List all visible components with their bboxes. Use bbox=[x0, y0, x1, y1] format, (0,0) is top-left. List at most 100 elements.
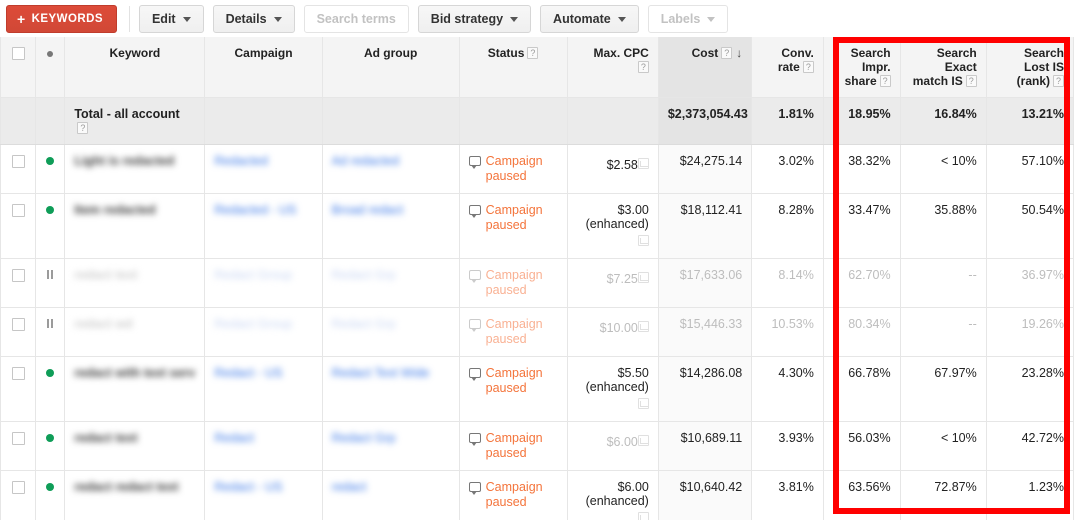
edit-button[interactable]: Edit bbox=[138, 4, 204, 33]
row-select-cell[interactable] bbox=[0, 421, 37, 471]
bid-simulator-icon[interactable] bbox=[637, 435, 649, 446]
row-checkbox[interactable] bbox=[11, 432, 25, 445]
help-icon[interactable]: ? bbox=[965, 75, 977, 87]
keyword-cell[interactable]: redact redact text bbox=[64, 470, 206, 520]
row-checkbox[interactable] bbox=[11, 155, 25, 168]
row-status-indicator-cell[interactable] bbox=[35, 193, 66, 259]
table-row[interactable]: redact with text service Redact - US Redac… bbox=[0, 356, 1074, 422]
max-cpc-cell[interactable]: $2.58 bbox=[567, 144, 659, 194]
max-cpc-cell[interactable]: $3.00 (enhanced) bbox=[567, 193, 659, 259]
header-campaign[interactable]: Campaign bbox=[204, 37, 323, 98]
ad-group-cell[interactable]: redact bbox=[322, 470, 460, 520]
bid-strategy-button[interactable]: Bid strategy bbox=[417, 4, 532, 33]
keyword-cell[interactable]: Item redacted bbox=[64, 193, 206, 259]
row-checkbox[interactable] bbox=[11, 269, 25, 282]
row-select-cell[interactable] bbox=[0, 193, 37, 259]
campaign-link[interactable]: Redact Group bbox=[214, 317, 312, 331]
row-checkbox[interactable] bbox=[11, 318, 25, 331]
ad-group-link[interactable]: Ad redacted bbox=[332, 154, 450, 168]
help-icon[interactable]: ? bbox=[637, 61, 649, 73]
ad-group-cell[interactable]: Ad redacted bbox=[322, 144, 460, 194]
bid-simulator-icon[interactable] bbox=[637, 512, 649, 520]
labels-button[interactable]: Labels bbox=[647, 4, 729, 33]
keyword-cell[interactable]: redact with text service bbox=[64, 356, 206, 422]
header-select-all[interactable] bbox=[0, 37, 37, 98]
help-icon[interactable]: ? bbox=[527, 47, 539, 59]
max-cpc-cell[interactable]: $6.00 bbox=[567, 421, 659, 471]
ad-group-cell[interactable]: Redact Grp bbox=[322, 421, 460, 471]
campaign-link[interactable]: Redact bbox=[214, 431, 312, 445]
ad-group-cell[interactable]: Redact Grp bbox=[322, 258, 460, 308]
bid-simulator-icon[interactable] bbox=[637, 398, 649, 409]
automate-button[interactable]: Automate bbox=[540, 4, 639, 33]
campaign-link[interactable]: Redacted bbox=[214, 154, 312, 168]
header-status-dot[interactable] bbox=[35, 37, 66, 98]
max-cpc-cell[interactable]: $7.25 bbox=[567, 258, 659, 308]
row-status-indicator-cell[interactable] bbox=[35, 144, 66, 194]
campaign-link[interactable]: Redacted - US bbox=[214, 203, 312, 217]
campaign-link[interactable]: Redact Group bbox=[214, 268, 312, 282]
ad-group-link[interactable]: Redact Text Wide bbox=[332, 366, 450, 380]
campaign-cell[interactable]: Redacted bbox=[204, 144, 323, 194]
row-select-cell[interactable] bbox=[0, 470, 37, 520]
header-ad-group[interactable]: Ad group bbox=[322, 37, 460, 98]
campaign-cell[interactable]: Redact bbox=[204, 421, 323, 471]
table-row[interactable]: Item redacted Redacted - US Broad redact Ca… bbox=[0, 193, 1074, 259]
ad-group-link[interactable]: redact bbox=[332, 480, 450, 494]
help-icon[interactable]: ? bbox=[721, 47, 733, 59]
table-row[interactable]: redact text Redact Redact Grp Campaign pause… bbox=[0, 421, 1074, 471]
row-checkbox[interactable] bbox=[11, 204, 25, 217]
help-icon[interactable]: ? bbox=[77, 122, 89, 134]
row-status-indicator-cell[interactable] bbox=[35, 356, 66, 422]
bid-simulator-icon[interactable] bbox=[637, 272, 649, 283]
row-status-indicator-cell[interactable] bbox=[35, 421, 66, 471]
table-row[interactable]: redact text Redact Group Redact Grp Campaig… bbox=[0, 258, 1074, 308]
help-icon[interactable]: ? bbox=[879, 75, 891, 87]
header-conv-rate[interactable]: Conv. rate? bbox=[751, 37, 824, 98]
keyword-cell[interactable]: redact text bbox=[64, 258, 206, 308]
max-cpc-cell[interactable]: $5.50 (enhanced) bbox=[567, 356, 659, 422]
keyword-cell[interactable]: Light is redacted bbox=[64, 144, 206, 194]
header-search-impr-share[interactable]: Search Impr. share? bbox=[823, 37, 901, 98]
campaign-link[interactable]: Redact - US bbox=[214, 366, 312, 380]
ad-group-link[interactable]: Redact Grp bbox=[332, 431, 450, 445]
details-button[interactable]: Details bbox=[212, 4, 295, 33]
bid-simulator-icon[interactable] bbox=[637, 321, 649, 332]
table-row[interactable]: redact wd Redact Group Redact Grp Campaign p… bbox=[0, 307, 1074, 357]
campaign-link[interactable]: Redact - US bbox=[214, 480, 312, 494]
max-cpc-cell[interactable]: $10.00 bbox=[567, 307, 659, 357]
help-icon[interactable]: ? bbox=[802, 61, 814, 73]
row-checkbox[interactable] bbox=[11, 367, 25, 380]
campaign-cell[interactable]: Redact - US bbox=[204, 470, 323, 520]
row-checkbox[interactable] bbox=[11, 481, 25, 494]
keyword-cell[interactable]: redact text bbox=[64, 421, 206, 471]
header-status[interactable]: Status? bbox=[459, 37, 568, 98]
header-keyword[interactable]: Keyword bbox=[64, 37, 206, 98]
bid-simulator-icon[interactable] bbox=[637, 235, 649, 246]
ad-group-link[interactable]: Redact Grp bbox=[332, 268, 450, 282]
select-all-checkbox[interactable] bbox=[11, 47, 25, 60]
sort-descending-icon[interactable]: ↓ bbox=[736, 46, 742, 60]
row-select-cell[interactable] bbox=[0, 307, 37, 357]
keyword-cell[interactable]: redact wd bbox=[64, 307, 206, 357]
table-row[interactable]: redact redact text Redact - US redact Campa… bbox=[0, 470, 1074, 520]
header-cost[interactable]: Cost? ↓ bbox=[658, 37, 753, 98]
row-select-cell[interactable] bbox=[0, 356, 37, 422]
header-search-exact-match-is[interactable]: Search Exact match IS? bbox=[900, 37, 987, 98]
help-icon[interactable]: ? bbox=[1053, 75, 1064, 87]
table-row[interactable]: Light is redacted Redacted Ad redacted Camp… bbox=[0, 144, 1074, 194]
campaign-cell[interactable]: Redact Group bbox=[204, 307, 323, 357]
ad-group-link[interactable]: Broad redact bbox=[332, 203, 450, 217]
ad-group-link[interactable]: Redact Grp bbox=[332, 317, 450, 331]
search-terms-button[interactable]: Search terms bbox=[303, 4, 409, 33]
ad-group-cell[interactable]: Redact Grp bbox=[322, 307, 460, 357]
row-select-cell[interactable] bbox=[0, 258, 37, 308]
ad-group-cell[interactable]: Broad redact bbox=[322, 193, 460, 259]
row-select-cell[interactable] bbox=[0, 144, 37, 194]
row-status-indicator-cell[interactable] bbox=[35, 470, 66, 520]
add-keywords-button[interactable]: + KEYWORDS bbox=[6, 4, 117, 33]
header-search-lost-is-rank[interactable]: Search Lost IS (rank)? bbox=[986, 37, 1074, 98]
row-status-indicator-cell[interactable] bbox=[35, 307, 66, 357]
campaign-cell[interactable]: Redacted - US bbox=[204, 193, 323, 259]
campaign-cell[interactable]: Redact - US bbox=[204, 356, 323, 422]
